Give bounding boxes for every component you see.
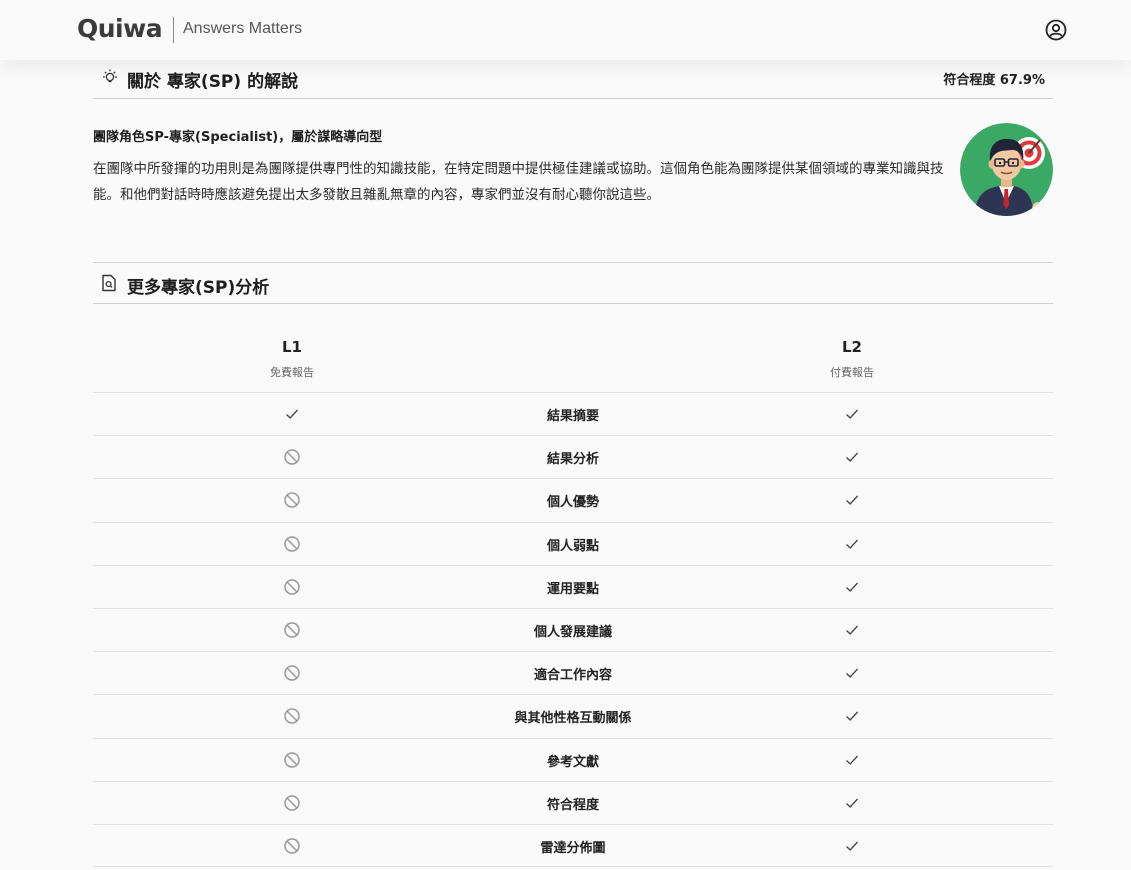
l1-level: L1 (282, 338, 302, 356)
document-icon (102, 274, 116, 292)
check-icon (843, 448, 861, 466)
feature-name: 個人優勢 (546, 495, 599, 511)
analysis-section-header: 更多專家(SP)分析 (93, 262, 1053, 304)
column-header-l1: L1 免費報告 (232, 338, 352, 380)
account-button[interactable] (1045, 19, 1067, 41)
table-row: 結果分析 (93, 435, 1053, 478)
table-row: 運用要點 (93, 564, 1053, 608)
analysis-title: 更多專家(SP)分析 (127, 278, 270, 298)
feature-comparison-table: 結果摘要結果分析個人優勢個人弱點運用要點個人發展建議 適合工作內容與其他性格互動關… (93, 392, 1053, 868)
role-heading: 團隊角色SP-專家(Specialist)，屬於謀略導向型 (93, 130, 383, 145)
feature-name: 雷達分佈圖 (540, 840, 606, 856)
table-row: 參考文獻 (93, 737, 1053, 781)
blocked-icon (283, 707, 301, 725)
blocked-icon (283, 491, 301, 509)
blocked-icon (283, 664, 301, 682)
user-circle-icon (1045, 19, 1067, 41)
l1-label: 免費報告 (270, 366, 314, 379)
check-icon (843, 751, 861, 769)
blocked-icon (283, 837, 301, 855)
check-icon (843, 664, 861, 682)
table-row: 個人優勢 (93, 478, 1053, 521)
lightbulb-icon (103, 69, 117, 83)
table-row: 與其他性格互動關係 (93, 694, 1053, 737)
feature-name: 運用要點 (546, 581, 599, 597)
feature-name: 參考文獻 (546, 754, 599, 770)
table-row: 符合程度 (93, 780, 1053, 824)
about-section-header: 關於 專家(SP) 的解說 符合程度 67.9% (93, 60, 1053, 99)
check-icon (843, 578, 861, 596)
logo-divider (173, 17, 174, 43)
check-icon (843, 405, 861, 423)
feature-name: 符合程度 (546, 797, 599, 813)
blocked-icon (283, 448, 301, 466)
table-row: 雷達分佈圖 (93, 823, 1053, 868)
blocked-icon (283, 621, 301, 639)
check-icon (843, 837, 861, 855)
role-description: 在團隊中所發揮的功用則是為團隊提供專門性的知識技能，在特定問題中提供極佳建議或協… (93, 161, 944, 203)
tagline: Answers Matters (183, 20, 303, 37)
about-title: 關於 專家(SP) 的解說 (127, 72, 299, 92)
feature-name: 個人發展建議 (533, 624, 612, 640)
check-icon (283, 405, 301, 423)
top-bar: Quiwa Answers Matters (0, 0, 1131, 60)
l2-label: 付費報告 (830, 366, 874, 379)
column-header-l2: L2 付費報告 (792, 338, 912, 380)
l2-level: L2 (842, 338, 862, 356)
logo[interactable]: Quiwa (77, 14, 163, 43)
check-icon (843, 794, 861, 812)
feature-name: 結果摘要 (546, 409, 599, 424)
table-row: 個人弱點 (93, 521, 1053, 565)
feature-name: 結果分析 (546, 452, 599, 468)
table-row: 適合工作內容 (93, 651, 1053, 694)
blocked-icon (283, 578, 301, 596)
check-icon (843, 707, 861, 725)
check-icon (843, 621, 861, 639)
check-icon (843, 491, 861, 509)
feature-name: 與其他性格互動關係 (514, 711, 632, 727)
blocked-icon (283, 535, 301, 553)
table-row: 個人發展建議 (93, 607, 1053, 651)
table-row: 結果摘要 (93, 392, 1053, 435)
match-percentage: 符合程度 67.9% (943, 73, 1045, 88)
specialist-avatar (960, 123, 1053, 216)
check-icon (843, 535, 861, 553)
blocked-icon (283, 794, 301, 812)
feature-name: 個人弱點 (546, 538, 599, 554)
blocked-icon (283, 751, 301, 769)
feature-name: 適合工作內容 (533, 668, 612, 684)
